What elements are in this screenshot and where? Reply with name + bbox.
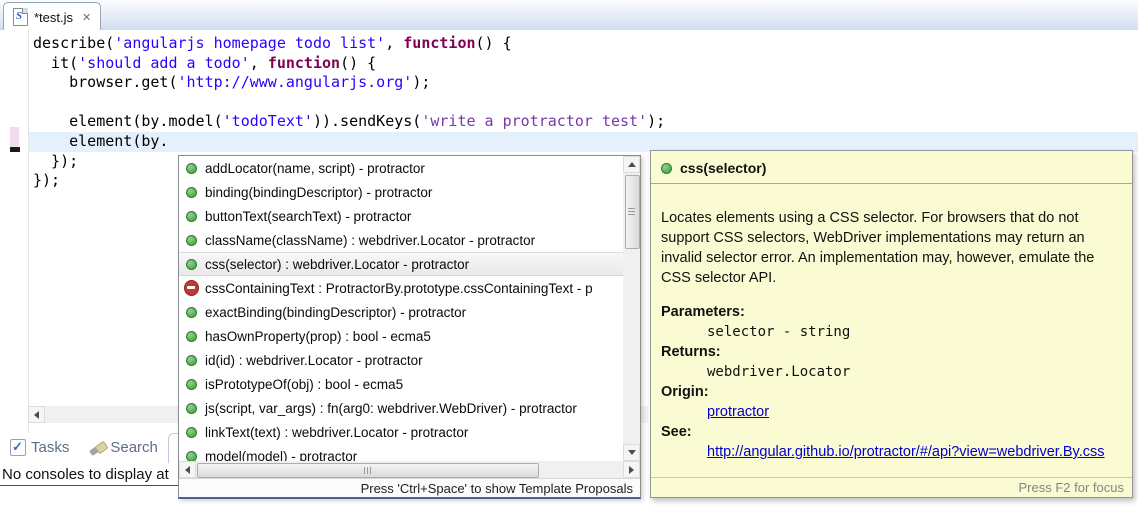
method-public-icon [184, 161, 199, 176]
completion-item-label: linkText(text) : webdriver.Locator - pro… [205, 425, 468, 440]
view-tab-label: Tasks [31, 439, 69, 456]
view-tab-tasks[interactable]: Tasks [0, 433, 79, 462]
completion-item[interactable]: cssContainingText : ProtractorBy.prototy… [179, 276, 623, 300]
code-line[interactable]: describe('angularjs homepage todo list',… [33, 34, 665, 54]
method-public-icon [661, 163, 672, 174]
completion-item-label: hasOwnProperty(prop) : bool - ecma5 [205, 329, 431, 344]
completion-list: addLocator(name, script) - protractor bin… [179, 156, 623, 461]
code-line[interactable] [33, 93, 665, 113]
completion-item[interactable]: linkText(text) : webdriver.Locator - pro… [179, 420, 623, 444]
doc-link[interactable]: http://angular.github.io/protractor/#/ap… [707, 444, 1105, 460]
status-underline [0, 485, 178, 486]
doc-header: css(selector) [651, 151, 1132, 183]
method-public-icon [184, 449, 199, 462]
completion-item[interactable]: binding(bindingDescriptor) - protractor [179, 180, 623, 204]
completion-item[interactable]: isPrototypeOf(obj) : bool - ecma5 [179, 372, 623, 396]
completion-vscrollbar[interactable] [623, 156, 640, 461]
method-public-icon [184, 377, 199, 392]
completion-item-label: exactBinding(bindingDescriptor) - protra… [205, 305, 466, 320]
completion-item[interactable]: id(id) : webdriver.Locator - protractor [179, 348, 623, 372]
method-public-icon [184, 353, 199, 368]
doc-section-value: webdriver.Locator [661, 362, 1122, 382]
completion-item-label: css(selector) : webdriver.Locator - prot… [205, 257, 469, 272]
scroll-down-icon[interactable] [623, 444, 640, 461]
vscrollbar-thumb[interactable] [625, 175, 640, 249]
scroll-left-icon[interactable] [179, 461, 196, 478]
annotation-ruler[interactable] [0, 30, 29, 433]
close-icon[interactable]: ✕ [82, 11, 91, 24]
completion-item-label: binding(bindingDescriptor) - protractor [205, 185, 432, 200]
view-tab-label: Search [110, 439, 158, 456]
tasks-icon [10, 439, 26, 456]
completion-item[interactable]: addLocator(name, script) - protractor [179, 156, 623, 180]
method-public-icon [184, 233, 199, 248]
quickdiff-change-marker [10, 127, 19, 148]
completion-item[interactable]: js(script, var_args) : fn(arg0: webdrive… [179, 396, 623, 420]
doc-section-label: See: [661, 422, 1122, 442]
code-line[interactable]: element(by. [33, 132, 665, 152]
scroll-up-icon[interactable] [623, 156, 640, 173]
view-tab-search[interactable]: Search [79, 433, 168, 462]
search-icon [89, 440, 105, 456]
doc-section-label: Returns: [661, 342, 1122, 362]
completion-item-label: addLocator(name, script) - protractor [205, 161, 425, 176]
doc-title: css(selector) [680, 160, 766, 176]
doc-sections: Parameters:selector - stringReturns:webd… [661, 302, 1122, 462]
method-public-icon [184, 401, 199, 416]
doc-link[interactable]: protractor [707, 404, 769, 420]
completion-item[interactable]: model(model) - protractor [179, 444, 623, 461]
scroll-left-icon[interactable] [28, 406, 45, 423]
completion-footer-hint: Press 'Ctrl+Space' to show Template Prop… [179, 478, 640, 497]
completion-item-label: js(script, var_args) : fn(arg0: webdrive… [205, 401, 577, 416]
completion-item[interactable]: className(className) : webdriver.Locator… [179, 228, 623, 252]
completion-item-label: cssContainingText : ProtractorBy.prototy… [205, 281, 593, 296]
completion-item-label: id(id) : webdriver.Locator - protractor [205, 353, 423, 368]
completion-item[interactable]: exactBinding(bindingDescriptor) - protra… [179, 300, 623, 324]
method-public-icon [184, 305, 199, 320]
scroll-right-icon[interactable] [623, 461, 640, 478]
doc-hover-popup: css(selector) Locates elements using a C… [650, 150, 1133, 498]
code-line[interactable]: it('should add a todo', function() { [33, 54, 665, 74]
code-line[interactable]: element(by.model('todoText')).sendKeys('… [33, 112, 665, 132]
method-public-icon [184, 185, 199, 200]
js-file-icon [13, 8, 28, 26]
blocked-icon [184, 281, 199, 296]
doc-section-label: Parameters: [661, 302, 1122, 322]
code-line[interactable]: browser.get('http://www.angularjs.org'); [33, 73, 665, 93]
editor-tabstrip: *test.js ✕ [0, 0, 1138, 31]
eclipse-window: *test.js ✕ describe('angularjs homepage … [0, 0, 1138, 509]
method-public-icon [184, 425, 199, 440]
completion-item-label: model(model) - protractor [205, 449, 357, 462]
editor-tab-title: *test.js [34, 10, 73, 25]
doc-footer-hint: Press F2 for focus [651, 477, 1132, 497]
editor-tab-testjs[interactable]: *test.js ✕ [3, 2, 101, 31]
doc-description: Locates elements using a CSS selector. F… [661, 208, 1123, 288]
ruler-caret-marker [10, 147, 20, 152]
method-public-icon [184, 329, 199, 344]
completion-item[interactable]: buttonText(searchText) - protractor [179, 204, 623, 228]
completion-item[interactable]: css(selector) : webdriver.Locator - prot… [179, 252, 623, 276]
method-public-icon [184, 209, 199, 224]
completion-hscrollbar[interactable] [179, 461, 640, 478]
doc-section-value[interactable]: protractor [661, 402, 1122, 422]
content-assist-popup: addLocator(name, script) - protractor bin… [178, 155, 641, 499]
console-status-text: No consoles to display at [2, 466, 178, 483]
completion-item-label: isPrototypeOf(obj) : bool - ecma5 [205, 377, 403, 392]
doc-section-value: selector - string [661, 322, 1122, 342]
hscrollbar-thumb[interactable] [197, 463, 539, 478]
completion-item[interactable]: hasOwnProperty(prop) : bool - ecma5 [179, 324, 623, 348]
doc-body: Locates elements using a CSS selector. F… [651, 184, 1132, 462]
completion-item-label: className(className) : webdriver.Locator… [205, 233, 535, 248]
doc-section-label: Origin: [661, 382, 1122, 402]
doc-section-value[interactable]: http://angular.github.io/protractor/#/ap… [661, 442, 1122, 462]
completion-item-label: buttonText(searchText) - protractor [205, 209, 411, 224]
method-public-icon [184, 257, 199, 272]
